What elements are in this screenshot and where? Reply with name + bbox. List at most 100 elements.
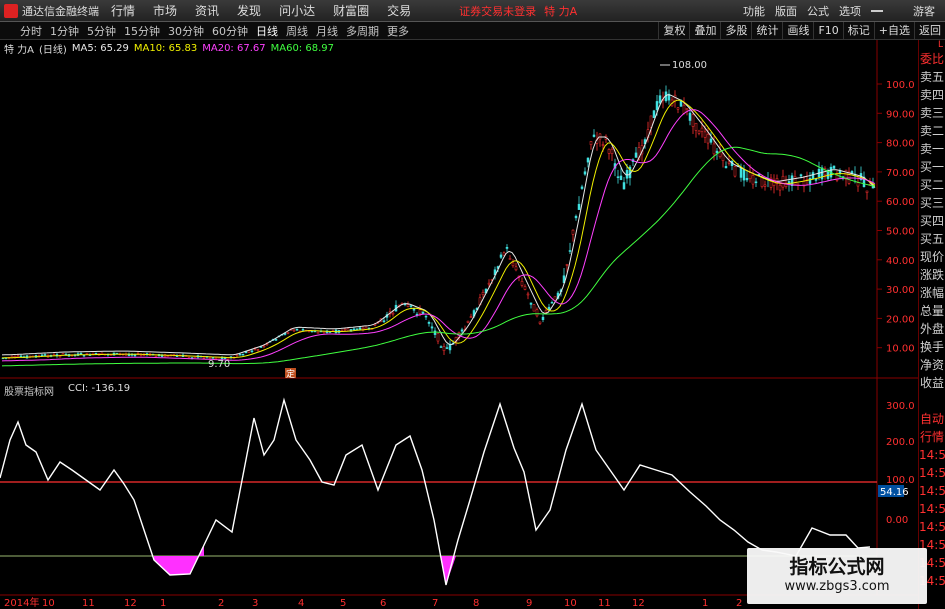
quote-panel-item: 买四 [919,214,944,228]
candle-body [442,346,446,351]
x-tick-label: 7 [432,598,438,609]
candle-body [154,354,158,357]
x-tick-label: 10 [564,598,577,609]
watermark: 指标公式网 www.zbgs3.com [747,548,927,604]
candle-body [727,161,731,164]
candle-body [346,328,350,332]
quote-panel-item: 14:50 [919,520,945,534]
candle-body [574,215,578,219]
candle-body [445,347,449,349]
candle-body [469,316,473,318]
candle-body [85,352,89,355]
candle-body [691,114,695,127]
quote-panel-badge: L [937,40,943,50]
quote-panel-item: 买三 [919,196,944,210]
candle-body [832,165,836,169]
candle-body [286,332,290,334]
x-tick-label: 5 [340,598,346,609]
cci-line [0,397,871,586]
y-tick-label: 80.00 [886,139,915,150]
candle-body [607,149,611,154]
quote-panel-list: 委比 卖五 卖四 卖三 卖二 卖一 买一 买二 买三 买四 买五 现价 涨跌 涨幅 总量 外盘 换手 净资 收益 自动… [919,50,945,590]
candle-body [688,112,692,121]
x-tick-label: 4 [298,598,304,609]
candle-body [856,182,860,187]
quote-panel-item: 行情 [919,430,944,444]
candle-body [745,178,749,181]
candle-body [466,320,470,323]
candle-body [763,184,767,187]
candle-body [778,184,782,191]
candle-body [292,329,296,332]
candle-body [535,309,539,317]
candle-body [343,328,347,331]
quote-panel-item: 买五 [919,232,944,246]
candle-body [739,167,743,178]
candle-body [247,350,251,353]
quote-panel-item: 买二 [919,178,944,192]
candle-body [439,346,443,348]
candle-body [838,170,842,174]
quote-panel: L 委比 卖五 卖四 卖三 卖二 卖一 买一 买二 买三 买四 买五 现价 涨跌 涨幅 总量 外盘 换手 净资 收益… [918,40,945,609]
candle-body [301,329,305,331]
x-tick-label: 11 [82,598,95,609]
candle-body [625,170,629,179]
candle-body [382,320,386,323]
high-label: 108.00 [672,60,707,71]
candle-body [274,338,278,341]
candle-body [505,247,509,249]
quote-panel-item: 总量 [919,304,944,318]
ma5-line [1,94,876,356]
candle-body [583,171,587,175]
candle-body [448,343,452,351]
candle-body [697,130,701,134]
quote-panel-item: 卖二 [919,124,944,138]
cci-y-axis: 300.0 200.0 100.0 0.00 [886,401,915,526]
candle-body [94,352,98,355]
quote-panel-item: 卖一 [919,142,944,156]
candle-body [538,321,542,324]
quote-panel-item: 换手 [919,340,944,354]
candle-body [424,315,428,318]
candle-body [655,101,659,111]
candle-body [499,254,503,258]
candle-body [427,322,431,324]
candle-body [511,262,515,267]
candle-body [550,302,554,304]
candlesticks [1,85,875,361]
quote-panel-item: 涨幅 [919,286,944,300]
candle-body [520,281,524,286]
cci-source: 股票指标网 [4,387,54,398]
x-tick-label: 2 [218,598,224,609]
candle-body [619,175,623,181]
y-tick-label: 70.00 [886,168,915,179]
quote-panel-item: 净资 [919,358,944,372]
candle-body [166,355,170,358]
y-tick-label: 40.00 [886,256,915,267]
candle-body [700,127,704,132]
kline-chart[interactable]: 100.090.0080.0070.0060.0050.0040.0030.00… [0,0,945,609]
cci-y-tick-label: 300.0 [886,401,915,412]
cci-fill-area [154,545,456,585]
x-tick-label: 1 [160,598,166,609]
candle-body [514,266,518,271]
candle-body [352,328,356,331]
x-tick-label: 9 [526,598,532,609]
y-tick-label: 60.00 [886,197,915,208]
y-tick-label: 10.00 [886,344,915,355]
candle-body [412,308,416,311]
main-y-axis: 100.0 90.00 80.00 70.00 60.00 50.00 40.00 30.00… [877,80,915,355]
event-marker-label: 定 [286,368,295,380]
cci-y-tick-label: 0.00 [886,515,908,526]
candle-body [358,327,362,330]
ma-lines [1,94,876,367]
quote-panel-item: 卖五 [919,70,944,84]
quote-panel-item [919,392,945,410]
candle-body [238,353,242,356]
quote-panel-item: 卖四 [919,88,944,102]
cci-y-tick-label: 100.0 [886,475,915,486]
cci-value-label: CCI: -136.19 [68,383,131,394]
candle-body [577,203,581,210]
candle-body [430,326,434,329]
candle-body [694,122,698,131]
